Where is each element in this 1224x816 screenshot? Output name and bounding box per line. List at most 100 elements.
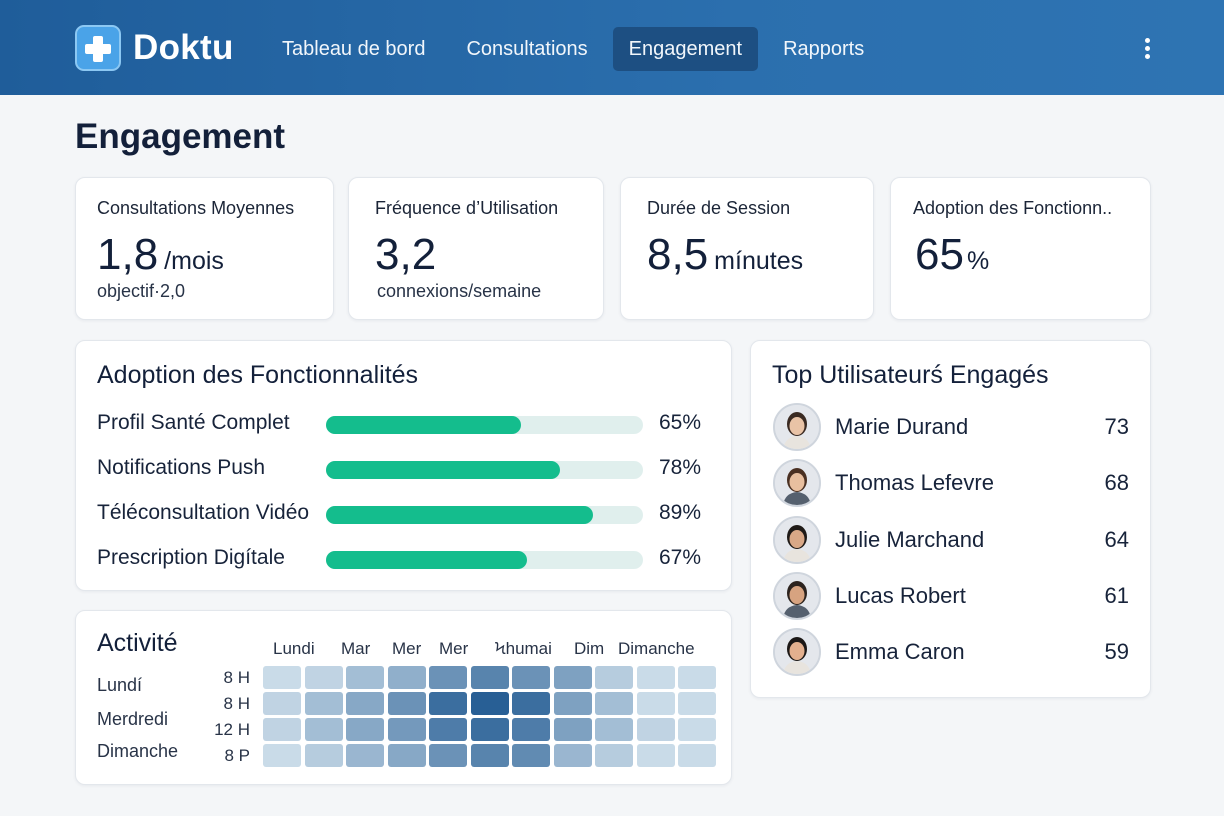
heatmap-cell[interactable] (636, 718, 675, 741)
progress-fill (326, 551, 527, 569)
user-row[interactable]: Emma Caron 59 (773, 628, 1129, 677)
user-name: Lucas Robert (835, 582, 966, 608)
activity-row-label: Lundí (97, 675, 143, 695)
feature-label: Notifications Push (97, 456, 266, 479)
heatmap-cell[interactable] (470, 718, 509, 741)
nav-tab-engagement[interactable]: Engagement (612, 27, 759, 71)
feature-row: Prescription Digítale 67% (97, 544, 717, 574)
heatmap-cell[interactable] (304, 744, 343, 767)
user-score: 73 (1104, 414, 1129, 439)
heatmap-cell[interactable] (387, 692, 426, 715)
feature-percent: 67% (659, 546, 702, 569)
section-title: Top Utilisateurś Engagés (772, 361, 1049, 389)
heatmap-cell[interactable] (346, 718, 384, 741)
heatmap-cell[interactable] (470, 744, 509, 767)
nav-tab-dashboard[interactable]: Tableau de bord (266, 27, 441, 71)
heatmap-cell[interactable] (636, 744, 675, 767)
heatmap-cell[interactable] (595, 666, 633, 689)
heatmap-cell[interactable] (429, 744, 467, 767)
heatmap-cell[interactable] (470, 692, 509, 715)
heatmap-cell[interactable] (678, 692, 716, 715)
kpi-unit: % (966, 247, 990, 275)
kpi-card-consultations: Consultations Moyennes 1,8/mois objectif… (75, 177, 334, 320)
activity-column-label: Mar (341, 639, 371, 658)
heatmap-cell[interactable] (304, 692, 343, 715)
heatmap-cell[interactable] (263, 692, 301, 715)
heatmap-cell[interactable] (429, 692, 467, 715)
progress-fill (326, 461, 560, 479)
user-score: 61 (1104, 582, 1129, 608)
feature-row: Notifications Push 78% (97, 454, 717, 484)
kpi-number: 8,5 (647, 230, 709, 279)
heatmap-cell[interactable] (304, 718, 343, 741)
kpi-value: 1,8/mois (97, 230, 224, 280)
heatmap-cell[interactable] (346, 692, 384, 715)
progress-fill (326, 506, 593, 524)
kpi-value: 8,5 mínutes (647, 230, 803, 280)
kpi-card-adoption: Adoption des Fonctionn.. 65% (890, 177, 1151, 320)
heatmap-cell[interactable] (304, 666, 343, 689)
nav-tab-reports[interactable]: Rapports (767, 27, 880, 71)
heatmap-cell[interactable] (553, 744, 592, 767)
user-score: 59 (1104, 639, 1129, 665)
heatmap-cell[interactable] (678, 744, 716, 767)
activity-column-label: Ϟhumai (495, 639, 552, 658)
feature-row: Téléconsultation Vidéo 89% (97, 499, 717, 529)
activity-row-label: Merdredi (97, 709, 169, 729)
user-row[interactable]: Thomas Lefevre 68 (773, 459, 1129, 508)
kpi-number: 3,2 (375, 230, 437, 279)
user-row[interactable]: Julie Marchand 64 (773, 515, 1129, 564)
feature-percent: 65% (659, 411, 702, 434)
heatmap-cell[interactable] (595, 718, 633, 741)
heatmap-cell[interactable] (346, 744, 384, 767)
heatmap-cell[interactable] (636, 666, 675, 689)
progress-track (326, 551, 643, 569)
kpi-number: 65 (915, 230, 964, 279)
kpi-card-session: Durée de Session 8,5 mínutes (620, 177, 874, 320)
medical-cross-icon (75, 25, 121, 71)
heatmap-cell[interactable] (678, 666, 716, 689)
kpi-number: 1,8 (97, 230, 159, 279)
heatmap-cell[interactable] (512, 692, 550, 715)
heatmap-cell[interactable] (512, 718, 550, 741)
kpi-subtext: objectif·2,0 (97, 281, 186, 301)
user-name: Thomas Lefevre (835, 470, 994, 496)
heatmap-cell[interactable] (595, 744, 633, 767)
heatmap-cell[interactable] (263, 666, 301, 689)
heatmap-cell[interactable] (595, 692, 633, 715)
heatmap-cell[interactable] (553, 666, 592, 689)
heatmap-cell[interactable] (512, 744, 550, 767)
top-users-card: Top Utilisateurś Engagés Marie Durand 73 T… (750, 340, 1151, 698)
app-logo[interactable]: Doktu (75, 25, 234, 71)
heatmap-cell[interactable] (263, 718, 301, 741)
heatmap-cell[interactable] (470, 666, 509, 689)
kpi-unit: mínutes (714, 247, 804, 275)
heatmap-cell[interactable] (429, 666, 467, 689)
progress-track (326, 461, 643, 479)
app-name: Doktu (133, 28, 234, 67)
heatmap-cell[interactable] (346, 666, 384, 689)
kpi-subtext: connexions/semaine (377, 281, 542, 301)
heatmap-cell[interactable] (387, 744, 426, 767)
heatmap-cell[interactable] (387, 718, 426, 741)
heatmap-cell[interactable] (553, 718, 592, 741)
user-row[interactable]: Lucas Robert 61 (773, 571, 1129, 620)
main-nav: Tableau de bord Consultations Engagement… (266, 27, 889, 71)
activity-column-label: Lundi (273, 639, 315, 658)
activity-column-label: Dimanche (618, 639, 695, 658)
kpi-label: Durée de Session (647, 198, 791, 218)
progress-fill (326, 416, 521, 434)
activity-card: Activité Lundí Merdredi Dimanche Lundi Mar Me… (75, 610, 732, 785)
kpi-label: Adoption des Fonctionn.. (913, 198, 1113, 218)
heatmap-cell[interactable] (553, 692, 592, 715)
more-vertical-icon[interactable] (1137, 38, 1157, 62)
heatmap-cell[interactable] (512, 666, 550, 689)
heatmap-cell[interactable] (636, 692, 675, 715)
heatmap-cell[interactable] (429, 718, 467, 741)
heatmap-cell[interactable] (387, 666, 426, 689)
heatmap-cell[interactable] (678, 718, 716, 741)
progress-track (326, 506, 643, 524)
nav-tab-consultations[interactable]: Consultations (450, 27, 603, 71)
heatmap-cell[interactable] (263, 744, 301, 767)
user-row[interactable]: Marie Durand 73 (773, 403, 1129, 451)
